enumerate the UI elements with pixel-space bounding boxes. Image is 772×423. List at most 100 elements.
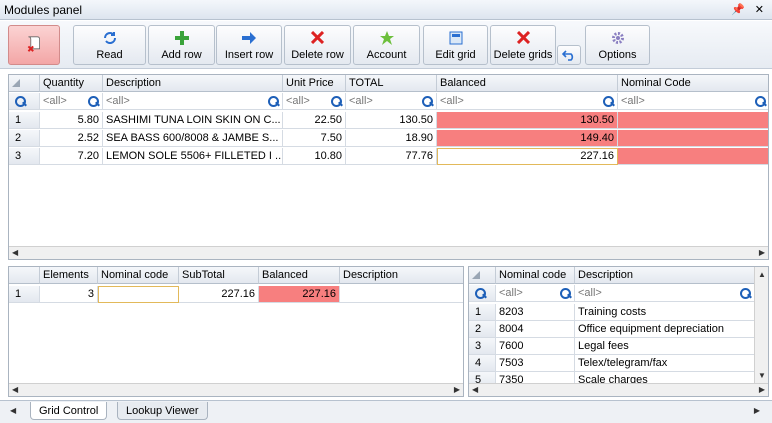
col-description[interactable]: Description bbox=[575, 267, 755, 284]
filter-unit-price[interactable]: <all> bbox=[283, 93, 346, 110]
search-icon[interactable] bbox=[268, 95, 279, 107]
search-icon[interactable] bbox=[603, 95, 614, 107]
cell-quantity[interactable]: 7.20 bbox=[40, 148, 103, 165]
close-icon[interactable]: ✕ bbox=[755, 3, 764, 16]
search-icon[interactable] bbox=[422, 95, 433, 107]
row-number[interactable]: 1 bbox=[9, 112, 40, 129]
row-number[interactable]: 2 bbox=[9, 130, 40, 147]
delete-row-button[interactable]: Delete row bbox=[284, 25, 351, 65]
summary-grid-hscrollbar[interactable]: ◀ ▶ bbox=[9, 383, 463, 396]
list-item[interactable]: 5 7350 Scale charges bbox=[469, 372, 755, 383]
cell-nominal-code[interactable]: 8004 bbox=[496, 321, 575, 338]
search-icon[interactable] bbox=[740, 287, 751, 299]
tab-scroll-left-icon[interactable]: ◀ bbox=[10, 406, 16, 415]
table-row[interactable]: 3 7.20 LEMON SOLE 5506+ FILLETED I ... 1… bbox=[9, 148, 768, 165]
row-number[interactable]: 4 bbox=[469, 355, 496, 372]
col-nominal-code[interactable]: Nominal code bbox=[496, 267, 575, 284]
row-number[interactable]: 1 bbox=[469, 304, 496, 321]
delete-grids-button[interactable]: Delete grids bbox=[490, 25, 556, 65]
cell-balanced[interactable]: 227.16 bbox=[437, 148, 618, 165]
filter-total[interactable]: <all> bbox=[346, 93, 437, 110]
scroll-up-icon[interactable]: ▲ bbox=[758, 270, 766, 279]
add-row-button[interactable]: Add row bbox=[148, 25, 215, 65]
col-nominal-code[interactable]: Nominal code bbox=[98, 267, 179, 284]
cell-nominal-code[interactable]: 8203 bbox=[496, 304, 575, 321]
scroll-down-icon[interactable]: ▼ bbox=[758, 371, 766, 380]
cell-total[interactable]: 77.76 bbox=[346, 148, 437, 165]
cell-description[interactable]: Training costs bbox=[575, 304, 755, 321]
cell-description[interactable]: Telex/telegram/fax bbox=[575, 355, 755, 372]
cell-balanced[interactable]: 149.40 bbox=[437, 130, 618, 147]
search-icon[interactable] bbox=[88, 95, 99, 107]
list-item[interactable]: 4 7503 Telex/telegram/fax bbox=[469, 355, 755, 372]
cell-description[interactable] bbox=[340, 286, 463, 303]
filter-nominal-code[interactable]: <all> bbox=[618, 93, 768, 110]
filter-nominal-code[interactable]: <all> bbox=[496, 285, 575, 302]
row-number[interactable]: 2 bbox=[469, 321, 496, 338]
read-button[interactable]: Read bbox=[73, 25, 146, 65]
cell-unit-price[interactable]: 7.50 bbox=[283, 130, 346, 147]
col-unit-price[interactable]: Unit Price bbox=[283, 75, 346, 92]
lookup-grid-hscrollbar[interactable]: ◀ ▶ bbox=[469, 383, 768, 396]
cell-description[interactable]: LEMON SOLE 5506+ FILLETED I ... bbox=[103, 148, 283, 165]
cell-elements[interactable]: 3 bbox=[40, 286, 98, 303]
cell-nominal-code[interactable] bbox=[618, 130, 768, 147]
tab-scroll-right-icon[interactable]: ▶ bbox=[754, 406, 760, 415]
scroll-left-icon[interactable]: ◀ bbox=[472, 385, 478, 394]
col-total[interactable]: TOTAL bbox=[346, 75, 437, 92]
filter-balanced[interactable]: <all> bbox=[437, 93, 618, 110]
col-description[interactable]: Description bbox=[340, 267, 463, 284]
edit-grid-button[interactable]: Edit grid bbox=[423, 25, 488, 65]
cell-unit-price[interactable]: 10.80 bbox=[283, 148, 346, 165]
pin-icon[interactable]: 📌 bbox=[731, 3, 745, 16]
main-grid-hscrollbar[interactable]: ◀ ▶ bbox=[9, 246, 768, 259]
list-item[interactable]: 2 8004 Office equipment depreciation bbox=[469, 321, 755, 338]
cell-total[interactable]: 18.90 bbox=[346, 130, 437, 147]
row-number[interactable]: 1 bbox=[9, 286, 40, 303]
scroll-delete-button[interactable] bbox=[8, 25, 60, 65]
col-subtotal[interactable]: SubTotal bbox=[179, 267, 259, 284]
list-item[interactable]: 3 7600 Legal fees bbox=[469, 338, 755, 355]
scroll-left-icon[interactable]: ◀ bbox=[12, 248, 18, 257]
cell-unit-price[interactable]: 22.50 bbox=[283, 112, 346, 129]
account-button[interactable]: Account bbox=[353, 25, 420, 65]
cell-subtotal[interactable]: 227.16 bbox=[179, 286, 259, 303]
list-item[interactable]: 1 8203 Training costs bbox=[469, 304, 755, 321]
cell-quantity[interactable]: 2.52 bbox=[40, 130, 103, 147]
table-row[interactable]: 1 5.80 SASHIMI TUNA LOIN SKIN ON C... 22… bbox=[9, 112, 768, 129]
search-icon[interactable] bbox=[755, 95, 766, 107]
cell-nominal-code[interactable]: 7600 bbox=[496, 338, 575, 355]
undo-button[interactable] bbox=[557, 45, 581, 65]
table-row[interactable]: 1 3 227.16 227.16 bbox=[9, 286, 463, 303]
cell-balanced[interactable]: 227.16 bbox=[259, 286, 340, 303]
cell-nominal-code[interactable] bbox=[618, 148, 768, 165]
search-icon[interactable] bbox=[560, 287, 571, 299]
scroll-left-icon[interactable]: ◀ bbox=[12, 385, 18, 394]
insert-row-button[interactable]: Insert row bbox=[216, 25, 282, 65]
cell-nominal-code[interactable]: 7503 bbox=[496, 355, 575, 372]
filter-quantity[interactable]: <all> bbox=[40, 93, 103, 110]
table-row[interactable]: 2 2.52 SEA BASS 600/8008 & JAMBE S... 7.… bbox=[9, 130, 768, 147]
cell-description[interactable]: SEA BASS 600/8008 & JAMBE S... bbox=[103, 130, 283, 147]
cell-nominal-code[interactable] bbox=[98, 286, 179, 303]
filter-description[interactable]: <all> bbox=[575, 285, 755, 302]
col-nominal-code[interactable]: Nominal Code bbox=[618, 75, 768, 92]
row-number[interactable]: 3 bbox=[469, 338, 496, 355]
row-number[interactable]: 3 bbox=[9, 148, 40, 165]
scroll-right-icon[interactable]: ▶ bbox=[759, 248, 765, 257]
cell-description[interactable]: SASHIMI TUNA LOIN SKIN ON C... bbox=[103, 112, 283, 129]
options-button[interactable]: Options bbox=[585, 25, 650, 65]
cell-balanced[interactable]: 130.50 bbox=[437, 112, 618, 129]
tab-lookup-viewer[interactable]: Lookup Viewer bbox=[117, 402, 208, 420]
cell-total[interactable]: 130.50 bbox=[346, 112, 437, 129]
cell-description[interactable]: Office equipment depreciation bbox=[575, 321, 755, 338]
col-quantity[interactable]: Quantity bbox=[40, 75, 103, 92]
lookup-grid-vscrollbar[interactable]: ▲ ▼ bbox=[754, 267, 768, 383]
cell-nominal-code[interactable] bbox=[618, 112, 768, 129]
filter-description[interactable]: <all> bbox=[103, 93, 283, 110]
cell-quantity[interactable]: 5.80 bbox=[40, 112, 103, 129]
search-icon[interactable] bbox=[331, 95, 342, 107]
scroll-right-icon[interactable]: ▶ bbox=[759, 385, 765, 394]
row-number[interactable]: 5 bbox=[469, 372, 496, 383]
cell-description[interactable]: Scale charges bbox=[575, 372, 755, 383]
